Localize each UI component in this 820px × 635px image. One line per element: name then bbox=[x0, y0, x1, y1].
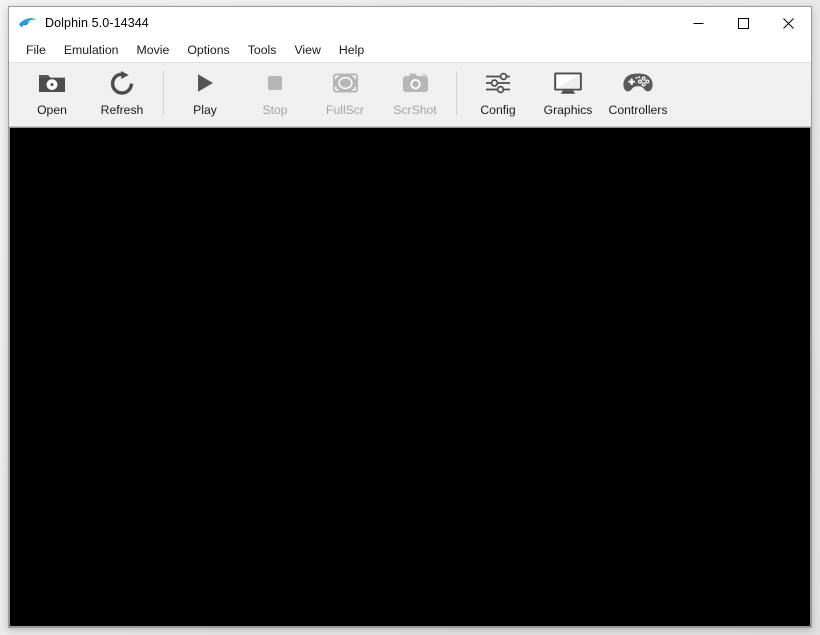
stop-square-icon bbox=[263, 70, 287, 96]
desktop-backdrop: Dolphin 5.0-14344 File Emulation Movie O… bbox=[0, 0, 820, 635]
toolbar-separator-2 bbox=[456, 71, 457, 115]
render-surface[interactable] bbox=[9, 127, 811, 627]
menu-item-help[interactable]: Help bbox=[330, 40, 373, 61]
maximize-button[interactable] bbox=[721, 7, 766, 39]
title-bar-left: Dolphin 5.0-14344 bbox=[9, 7, 676, 39]
toolbar-button-refresh[interactable]: Refresh bbox=[87, 63, 157, 123]
toolbar-label-screenshot: ScrShot bbox=[393, 103, 437, 117]
toolbar-button-stop[interactable]: Stop bbox=[240, 63, 310, 123]
dolphin-main-window: Dolphin 5.0-14344 File Emulation Movie O… bbox=[8, 6, 812, 628]
menu-bar: File Emulation Movie Options Tools View … bbox=[9, 39, 811, 62]
fullscreen-icon bbox=[332, 70, 359, 96]
dolphin-logo-icon bbox=[18, 14, 37, 33]
toolbar-label-stop: Stop bbox=[262, 103, 288, 117]
toolbar-label-graphics: Graphics bbox=[543, 103, 593, 117]
close-icon bbox=[783, 17, 794, 29]
title-bar: Dolphin 5.0-14344 bbox=[9, 7, 811, 39]
window-title: Dolphin 5.0-14344 bbox=[45, 16, 149, 30]
toolbar-button-fullscreen[interactable]: FullScr bbox=[310, 63, 380, 123]
menu-item-file[interactable]: File bbox=[17, 40, 55, 61]
menu-item-view[interactable]: View bbox=[285, 40, 329, 61]
open-folder-disc-icon bbox=[38, 70, 66, 96]
play-triangle-icon bbox=[193, 70, 217, 96]
toolbar-label-play: Play bbox=[193, 103, 217, 117]
toolbar-button-graphics[interactable]: Graphics bbox=[533, 63, 603, 123]
maximize-icon bbox=[738, 17, 749, 29]
minimize-icon bbox=[693, 22, 704, 24]
close-button[interactable] bbox=[766, 7, 811, 39]
toolbar-label-open: Open bbox=[37, 103, 67, 117]
toolbar-label-controllers: Controllers bbox=[608, 103, 668, 117]
main-toolbar: Open Refresh Play Stop FullScr ScrShot C… bbox=[9, 62, 811, 127]
toolbar-label-fullscreen: FullScr bbox=[326, 103, 364, 117]
sliders-icon bbox=[484, 70, 512, 96]
toolbar-label-config: Config bbox=[480, 103, 516, 117]
minimize-button[interactable] bbox=[676, 7, 721, 39]
toolbar-separator-1 bbox=[163, 71, 164, 115]
menu-item-tools[interactable]: Tools bbox=[239, 40, 286, 61]
toolbar-button-config[interactable]: Config bbox=[463, 63, 533, 123]
refresh-arrow-icon bbox=[109, 70, 135, 96]
toolbar-label-refresh: Refresh bbox=[100, 103, 144, 117]
gamepad-icon bbox=[622, 70, 654, 96]
camera-icon bbox=[402, 70, 429, 96]
toolbar-button-play[interactable]: Play bbox=[170, 63, 240, 123]
menu-item-options[interactable]: Options bbox=[178, 40, 238, 61]
toolbar-button-controllers[interactable]: Controllers bbox=[603, 63, 673, 123]
menu-item-movie[interactable]: Movie bbox=[128, 40, 179, 61]
toolbar-button-open[interactable]: Open bbox=[17, 63, 87, 123]
menu-item-emulation[interactable]: Emulation bbox=[55, 40, 128, 61]
monitor-icon bbox=[553, 70, 583, 96]
toolbar-button-screenshot[interactable]: ScrShot bbox=[380, 63, 450, 123]
window-controls bbox=[676, 7, 811, 39]
